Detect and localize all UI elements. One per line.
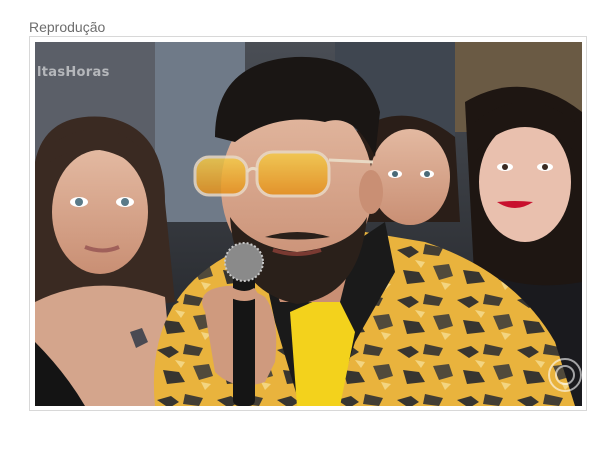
show-watermark: ltasHoras: [37, 65, 110, 80]
photo-frame: ltasHoras: [29, 36, 587, 411]
page: Reprodução ltasHoras: [0, 0, 606, 455]
audience-woman-left: [35, 116, 175, 406]
photo-illustration: [35, 42, 582, 406]
photo-credit-caption: Reprodução: [29, 19, 106, 35]
tv-show-photo[interactable]: ltasHoras: [35, 42, 582, 406]
